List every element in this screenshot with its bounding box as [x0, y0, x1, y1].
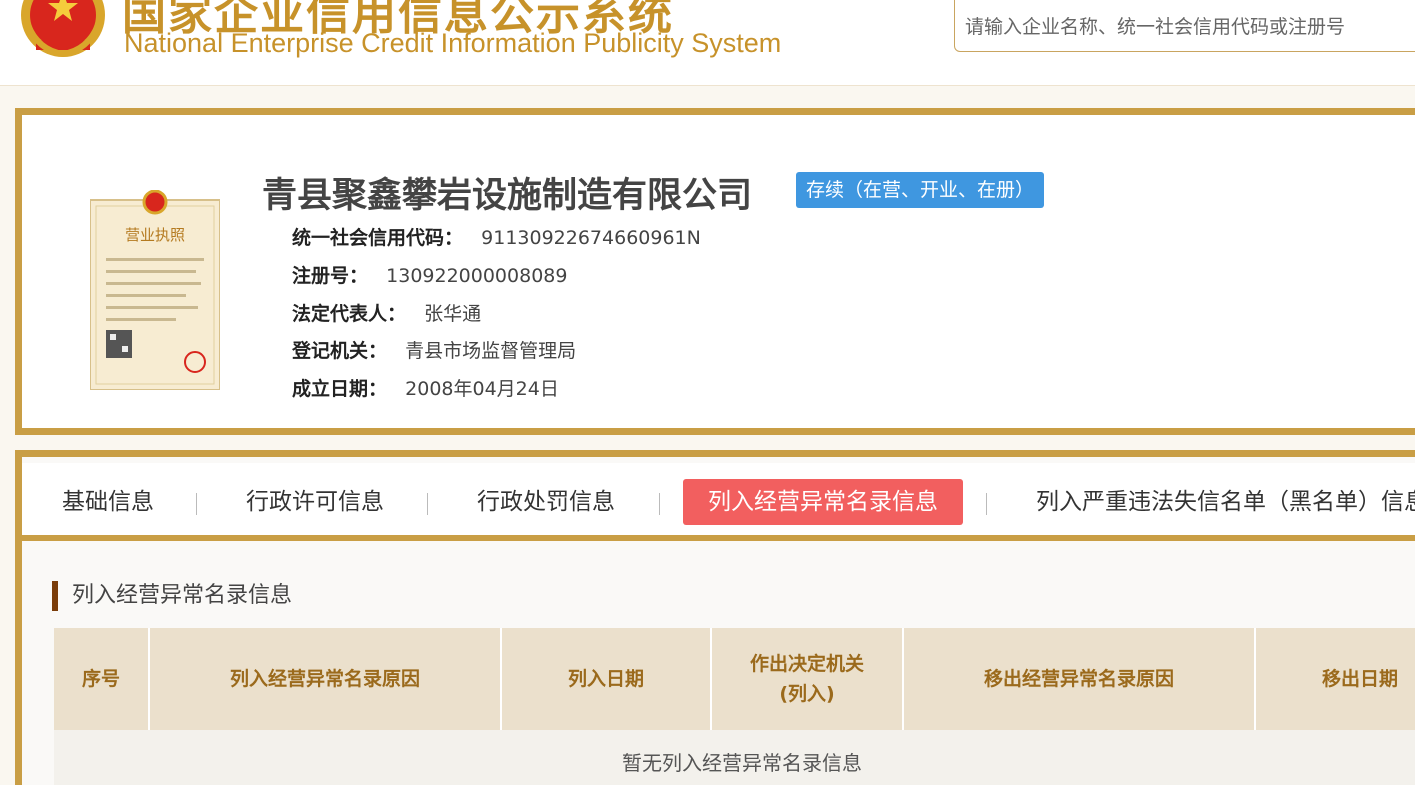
- company-name: 青县聚鑫攀岩设施制造有限公司: [262, 176, 753, 216]
- tab-admin-license[interactable]: 行政许可信息: [246, 479, 384, 525]
- info-label: 成立日期：: [292, 378, 388, 400]
- info-row-legal-rep: 法定代表人： 张华通: [292, 299, 481, 326]
- info-label: 法定代表人：: [292, 303, 407, 325]
- info-value: 91130922674660961N: [481, 227, 701, 249]
- info-value: 青县市场监督管理局: [405, 340, 577, 362]
- license-title: 营业执照: [125, 226, 185, 244]
- tab-blacklist[interactable]: 列入严重违法失信名单（黑名单）信息: [1036, 479, 1415, 525]
- status-badge: 存续（在营、开业、在册）: [796, 172, 1045, 208]
- tab-divider: [427, 493, 428, 515]
- column-header-removal-reason: 移出经营异常名录原因: [904, 628, 1256, 730]
- column-header-authority-line1: 作出决定机关: [749, 653, 864, 675]
- info-value: 2008年04月24日: [405, 378, 559, 400]
- tab-admin-penalty[interactable]: 行政处罚信息: [477, 479, 615, 525]
- info-label: 登记机关：: [292, 340, 388, 362]
- info-row-reg-number: 注册号： 130922000008089: [292, 261, 567, 288]
- info-row-credit-code: 统一社会信用代码： 91130922674660961N: [292, 223, 701, 250]
- tab-divider: [196, 493, 197, 515]
- column-header-listing-date: 列入日期: [502, 628, 712, 730]
- site-header: 国家企业信用信息公示系统 National Enterprise Credit …: [0, 0, 1415, 86]
- business-license-icon: 营业执照: [90, 190, 220, 390]
- tab-divider: [659, 493, 660, 515]
- tab-abnormal-operation[interactable]: 列入经营异常名录信息: [683, 479, 963, 525]
- info-label: 统一社会信用代码：: [292, 227, 464, 249]
- column-header-authority-line2: (列入): [779, 683, 835, 705]
- info-value: 张华通: [424, 303, 482, 325]
- table-header: 序号 列入经营异常名录原因 列入日期 作出决定机关 (列入) 移出经营异常名录原…: [54, 628, 1415, 730]
- site-title-en: National Enterprise Credit Information P…: [124, 28, 782, 58]
- column-header-listing-reason: 列入经营异常名录原因: [150, 628, 502, 730]
- info-row-authority: 登记机关： 青县市场监督管理局: [292, 336, 576, 363]
- tab-bar: 基础信息 行政许可信息 行政处罚信息 列入经营异常名录信息 列入严重违法失信名单…: [22, 463, 1415, 541]
- company-card: 营业执照 青县聚鑫攀岩设施制造有限公司 存续（在营、开业、在册） 统一社会信用代…: [15, 108, 1415, 435]
- tab-divider: [986, 493, 987, 515]
- info-row-founded-date: 成立日期： 2008年04月24日: [292, 374, 559, 401]
- info-value: 130922000008089: [386, 265, 568, 287]
- section-title: 列入经营异常名录信息: [52, 581, 292, 611]
- tab-basic-info[interactable]: 基础信息: [62, 479, 154, 525]
- detail-panel: 基础信息 行政许可信息 行政处罚信息 列入经营异常名录信息 列入严重违法失信名单…: [15, 450, 1415, 785]
- empty-state-row: 暂无列入经营异常名录信息: [54, 730, 1415, 785]
- column-header-index: 序号: [54, 628, 150, 730]
- search-input[interactable]: 请输入企业名称、统一社会信用代码或注册号: [954, 0, 1415, 52]
- info-label: 注册号：: [292, 265, 369, 287]
- national-emblem-icon: [21, 0, 105, 58]
- column-header-authority: 作出决定机关 (列入): [712, 628, 904, 730]
- column-header-removal-date: 移出日期: [1321, 668, 1398, 690]
